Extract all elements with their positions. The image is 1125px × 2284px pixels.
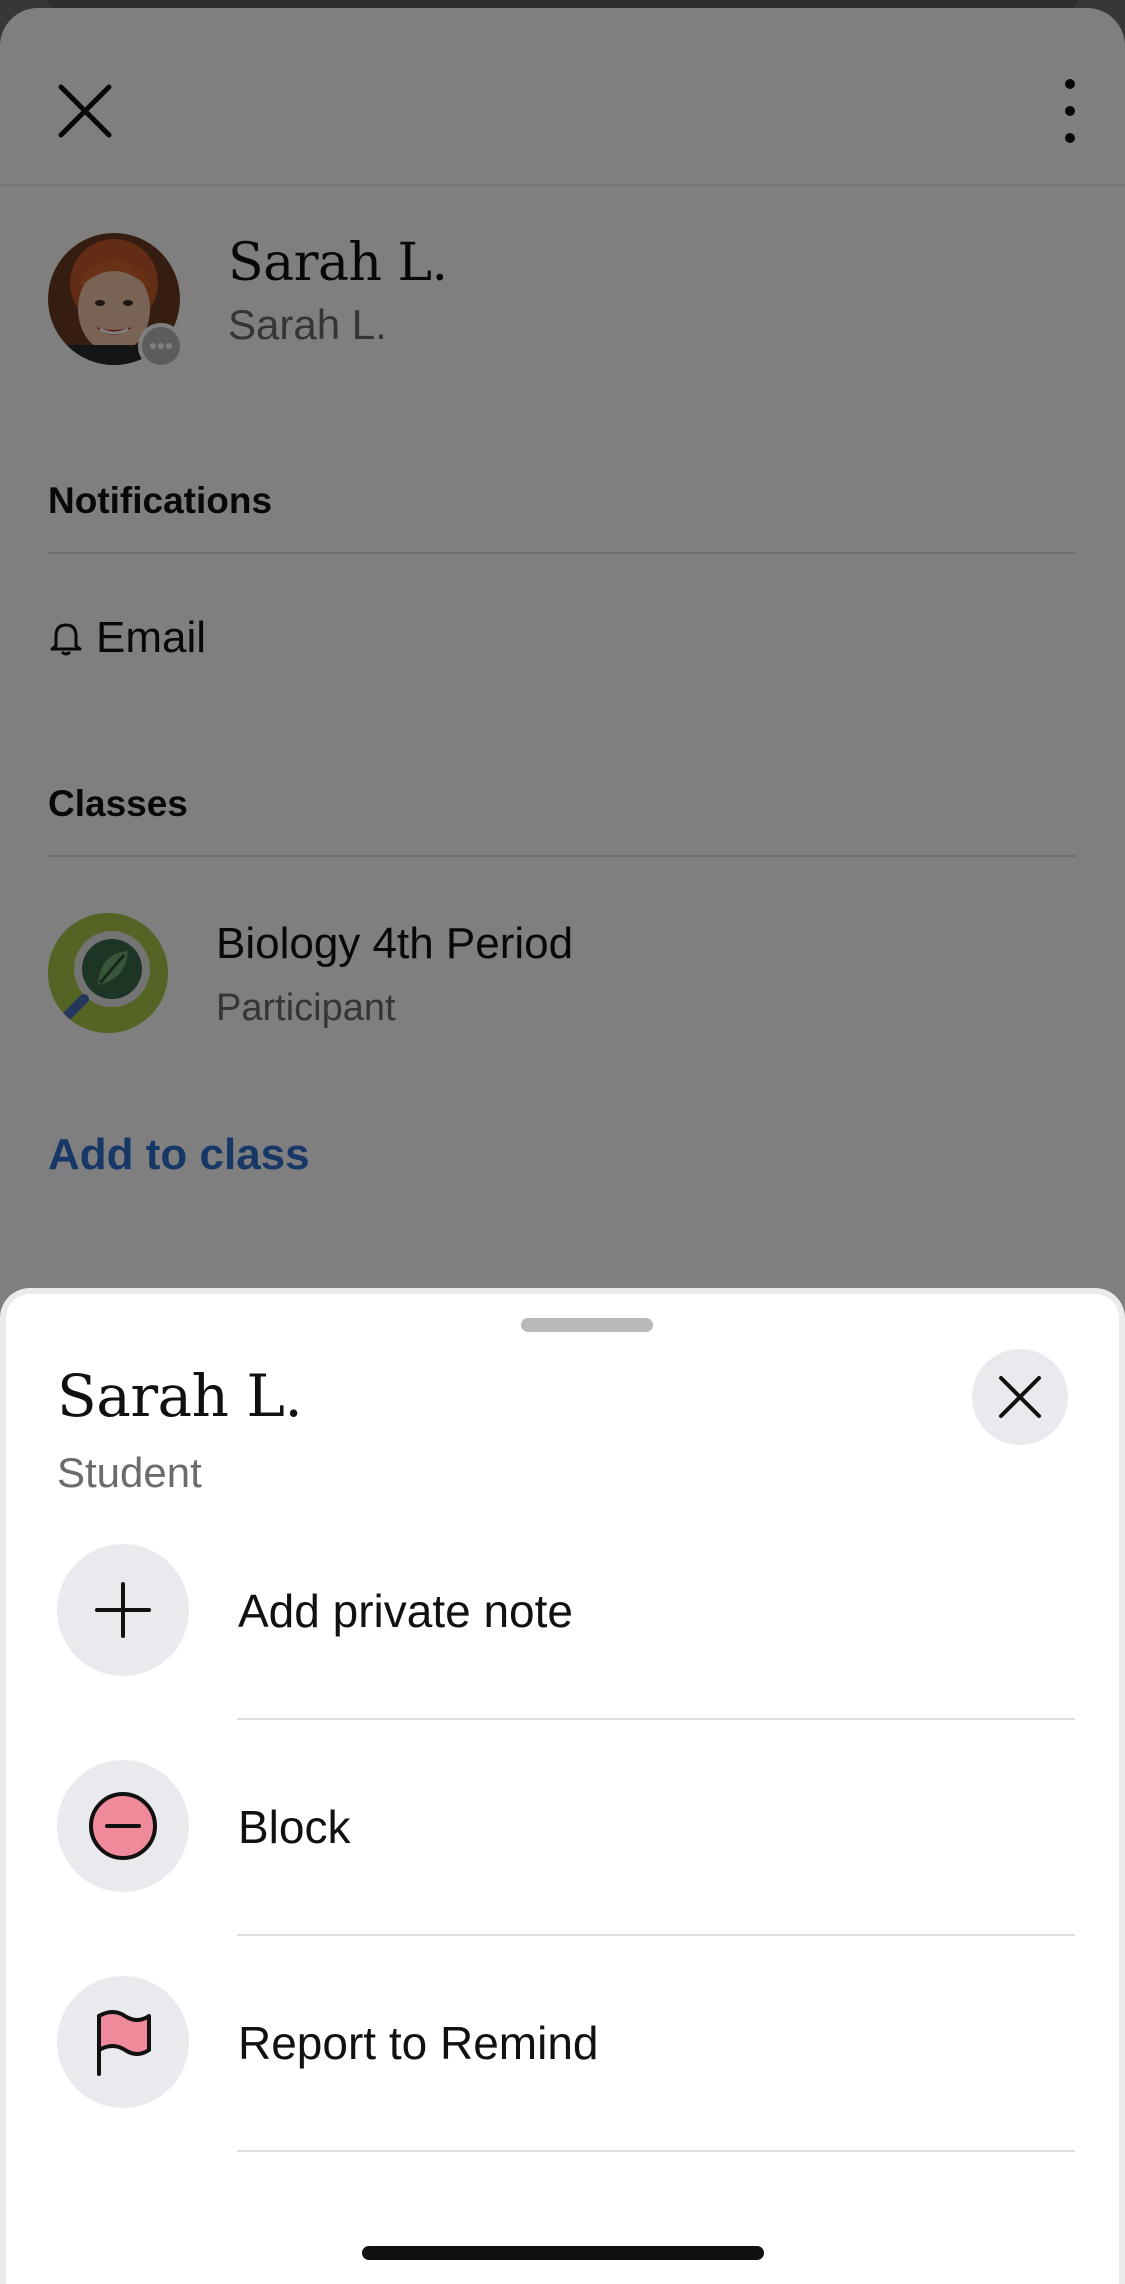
- sheet-subtitle: Student: [57, 1449, 202, 1496]
- add-private-note-button[interactable]: Add private note: [57, 1544, 1075, 1678]
- report-button[interactable]: Report to Remind: [57, 1976, 1075, 2110]
- block-button[interactable]: Block: [57, 1760, 1075, 1894]
- action-icon-circle: [57, 1760, 189, 1892]
- flag-icon: [97, 2010, 151, 2076]
- home-indicator[interactable]: [362, 2246, 764, 2260]
- sheet-title: Sarah L.: [57, 1362, 303, 1430]
- sheet-grabber[interactable]: [521, 1318, 653, 1332]
- action-label: Add private note: [238, 1585, 574, 1637]
- block-icon: [89, 1792, 157, 1860]
- divider: [237, 1934, 1075, 1936]
- action-icon-circle: [57, 1976, 189, 2108]
- divider: [237, 2150, 1075, 2152]
- action-label: Block: [238, 1801, 351, 1853]
- close-icon: [999, 1376, 1041, 1418]
- action-label: Report to Remind: [238, 2017, 599, 2069]
- action-icon-circle: [57, 1544, 189, 1676]
- sheet-close-button[interactable]: [972, 1349, 1068, 1445]
- action-sheet: Sarah L. Student Add private note Block: [0, 1288, 1125, 2284]
- divider: [237, 1718, 1075, 1720]
- plus-icon: [95, 1582, 151, 1638]
